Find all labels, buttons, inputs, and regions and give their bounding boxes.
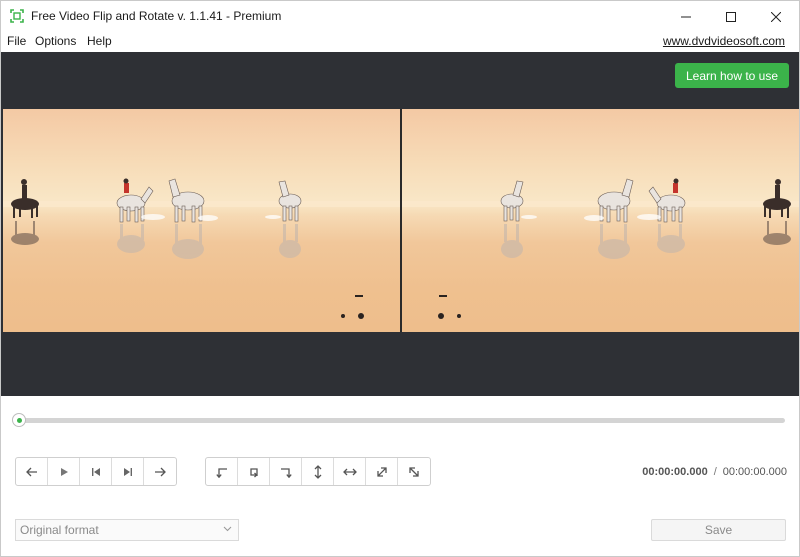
close-icon: [771, 11, 781, 22]
timeline-slider[interactable]: [12, 413, 785, 427]
original-video-frame: [3, 109, 400, 332]
transform-controls: [205, 457, 431, 486]
skip-end-icon: [123, 467, 132, 476]
close-button[interactable]: [753, 1, 799, 32]
maximize-button[interactable]: [708, 1, 754, 32]
transpose-button[interactable]: [366, 458, 398, 485]
rotate-180-button[interactable]: [270, 458, 302, 485]
timeline-thumb-dot: [16, 417, 22, 423]
go-to-end-button[interactable]: [112, 458, 144, 485]
save-button[interactable]: Save: [651, 519, 786, 541]
time-readout: 00:00:00.000 / 00:00:00.000: [642, 466, 787, 478]
output-format-value: Original format: [20, 523, 99, 537]
arrow-left-icon: [25, 467, 37, 476]
diagonal-shrink-icon: [409, 466, 419, 477]
minimize-button[interactable]: [663, 1, 709, 32]
playback-controls: [15, 457, 177, 486]
go-to-start-button[interactable]: [80, 458, 112, 485]
time-separator: /: [713, 466, 717, 478]
rotate-left-icon: [215, 467, 227, 478]
title-bar: Free Video Flip and Rotate v. 1.1.41 - P…: [1, 1, 799, 32]
step-forward-button[interactable]: [144, 458, 176, 485]
rotate-right-button[interactable]: [238, 458, 270, 485]
diagonal-expand-icon: [376, 466, 387, 477]
rotate-right-icon: [249, 467, 258, 477]
app-window: Free Video Flip and Rotate v. 1.1.41 - P…: [0, 0, 800, 557]
menu-help[interactable]: Help: [87, 34, 112, 48]
play-icon: [60, 467, 68, 476]
total-time: 00:00:00.000: [722, 466, 787, 478]
app-logo-icon: [10, 9, 24, 23]
arrow-right-icon: [155, 467, 166, 476]
timeline-thumb[interactable]: [12, 413, 26, 427]
transverse-button[interactable]: [398, 458, 430, 485]
video-preview-area: Learn how to use: [1, 52, 799, 396]
flip-horizontal-button[interactable]: [334, 458, 366, 485]
website-link[interactable]: www.dvdvideosoft.com: [663, 34, 785, 48]
play-button[interactable]: [48, 458, 80, 485]
output-format-select[interactable]: Original format: [15, 519, 239, 541]
timeline-track[interactable]: [15, 418, 785, 423]
step-back-button[interactable]: [16, 458, 48, 485]
window-title: Free Video Flip and Rotate v. 1.1.41 - P…: [31, 9, 282, 23]
learn-how-to-use-button[interactable]: Learn how to use: [675, 63, 789, 88]
minimize-icon: [681, 16, 691, 17]
maximize-icon: [726, 11, 736, 22]
flip-vertical-button[interactable]: [302, 458, 334, 485]
skip-start-icon: [91, 467, 100, 476]
menu-bar: File Options Help www.dvdvideosoft.com: [1, 32, 799, 52]
chevron-down-icon: [223, 526, 232, 532]
menu-file[interactable]: File: [7, 34, 26, 48]
current-time: 00:00:00.000: [642, 466, 708, 478]
rotate-left-button[interactable]: [206, 458, 238, 485]
menu-options[interactable]: Options: [35, 34, 76, 48]
flipped-video-frame: [402, 109, 799, 332]
flip-vertical-icon: [314, 464, 321, 479]
video-frame: [3, 109, 799, 332]
rotate-180-icon: [280, 467, 292, 478]
flip-horizontal-icon: [342, 468, 357, 475]
